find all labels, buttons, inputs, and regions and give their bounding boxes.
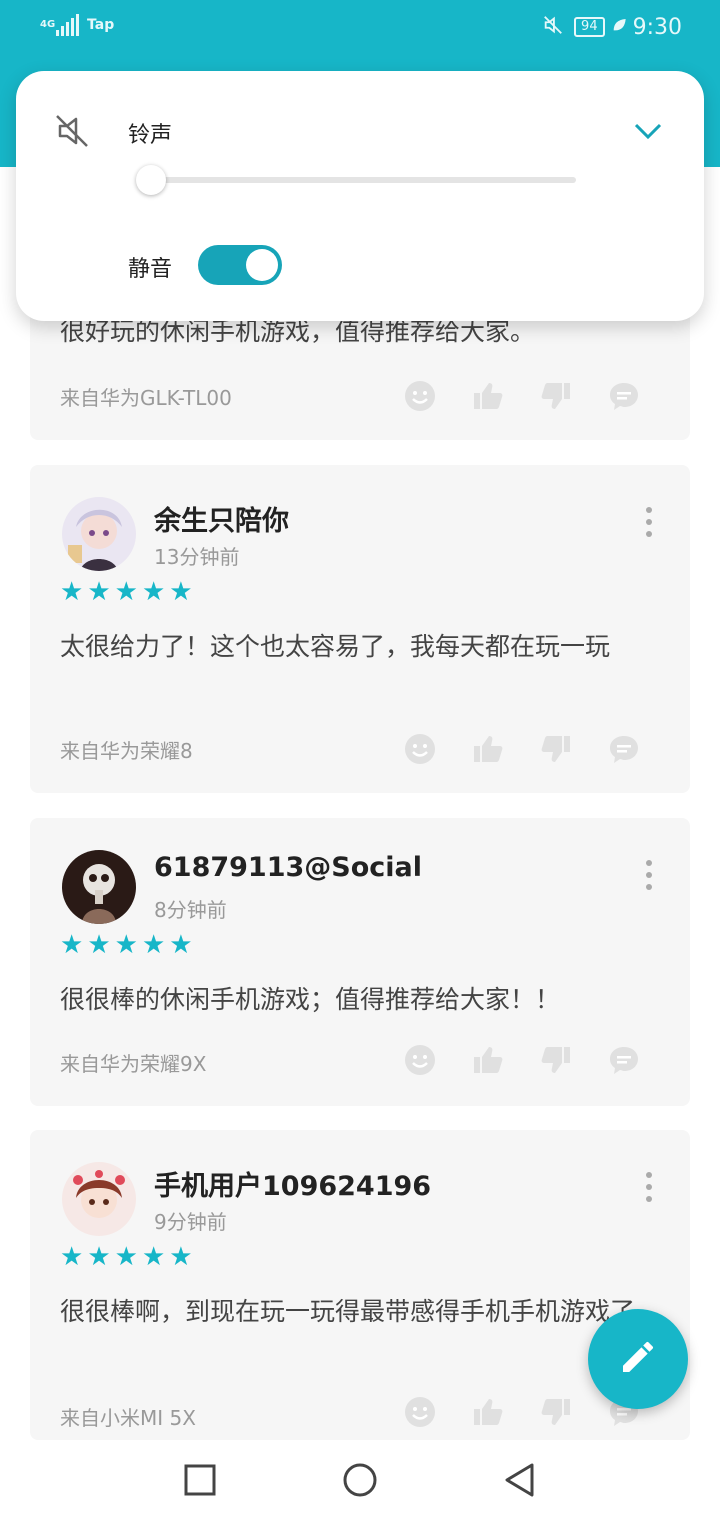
network-type: 4G <box>40 19 56 30</box>
emoji-icon[interactable] <box>404 1044 436 1076</box>
star-icon: ★ <box>60 577 84 607</box>
more-options-icon[interactable] <box>646 507 652 537</box>
thumb-up-icon[interactable] <box>472 1396 504 1428</box>
star-icon: ★ <box>87 930 111 960</box>
review-actions <box>404 1044 640 1076</box>
rating-stars: ★ ★ ★ ★ ★ <box>60 579 193 605</box>
signal-icon <box>56 14 79 36</box>
home-icon[interactable] <box>342 1462 378 1498</box>
star-icon: ★ <box>169 930 193 960</box>
silent-label: 静音 <box>128 257 173 282</box>
status-left: 4G Tap <box>40 14 114 36</box>
silent-toggle-knob <box>246 249 278 281</box>
review-actions <box>404 380 640 412</box>
emoji-icon[interactable] <box>404 1396 436 1428</box>
review-card: 手机用户109624196 9分钟前 ★ ★ ★ ★ ★ 很很棒啊，到现在玩一玩得最带感… <box>30 1130 690 1440</box>
status-right: 94 9:30 <box>542 14 682 40</box>
star-icon: ★ <box>87 1242 111 1272</box>
comment-icon[interactable] <box>608 733 640 765</box>
rating-stars: ★ ★ ★ ★ ★ <box>60 932 193 958</box>
star-icon: ★ <box>114 577 138 607</box>
star-icon: ★ <box>169 577 193 607</box>
star-icon: ★ <box>87 577 111 607</box>
review-username: 手机用户109624196 <box>154 1171 432 1202</box>
ringer-mute-icon[interactable] <box>52 111 92 151</box>
review-card: 余生只陪你 13分钟前 ★ ★ ★ ★ ★ 太很给力了！这个也太容易了，我每天都在玩一玩… <box>30 465 690 793</box>
review-content: 很很棒啊，到现在玩一玩得最带感得手机手机游戏了 <box>60 1297 636 1326</box>
more-options-icon[interactable] <box>646 1172 652 1202</box>
review-username: 61879113@Social <box>154 852 423 883</box>
volume-slider[interactable] <box>152 177 576 183</box>
battery-indicator: 94 <box>574 17 605 37</box>
emoji-icon[interactable] <box>404 380 436 412</box>
review-username: 余生只陪你 <box>154 506 289 537</box>
review-content: 太很给力了！这个也太容易了，我每天都在玩一玩 <box>60 632 611 661</box>
thumb-up-icon[interactable] <box>472 733 504 765</box>
thumb-up-icon[interactable] <box>472 380 504 412</box>
silent-toggle[interactable] <box>198 245 282 285</box>
comment-icon[interactable] <box>608 1044 640 1076</box>
edit-pencil-icon <box>618 1337 658 1381</box>
review-time: 8分钟前 <box>154 898 227 922</box>
review-card: 61879113@Social 8分钟前 ★ ★ ★ ★ ★ 很很棒的休闲手机游戏；值得… <box>30 818 690 1106</box>
review-content: 很很棒的休闲手机游戏；值得推荐给大家！！ <box>60 985 561 1014</box>
mute-status-icon <box>542 14 564 40</box>
comment-icon[interactable] <box>608 380 640 412</box>
star-icon: ★ <box>141 577 166 607</box>
review-device: 来自小米MI 5X <box>60 1406 196 1430</box>
carrier-label: Tap <box>87 17 115 33</box>
volume-title: 铃声 <box>128 123 173 148</box>
emoji-icon[interactable] <box>404 733 436 765</box>
review-actions <box>404 1396 640 1428</box>
review-actions <box>404 733 640 765</box>
review-device: 来自华为荣耀8 <box>60 739 193 763</box>
avatar[interactable] <box>62 497 136 571</box>
star-icon: ★ <box>141 930 166 960</box>
star-icon: ★ <box>114 1242 138 1272</box>
volume-slider-thumb[interactable] <box>136 165 166 195</box>
thumb-down-icon[interactable] <box>540 733 572 765</box>
leaf-icon <box>611 17 627 37</box>
clock: 9:30 <box>632 14 682 40</box>
back-icon[interactable] <box>502 1462 538 1498</box>
more-options-icon[interactable] <box>646 860 652 890</box>
volume-panel: 铃声 静音 <box>16 71 704 321</box>
review-device: 来自华为GLK-TL00 <box>60 386 232 410</box>
avatar[interactable] <box>62 1162 136 1236</box>
star-icon: ★ <box>141 1242 166 1272</box>
review-time: 9分钟前 <box>154 1210 227 1234</box>
thumb-up-icon[interactable] <box>472 1044 504 1076</box>
review-time: 13分钟前 <box>154 545 240 569</box>
star-icon: ★ <box>60 930 84 960</box>
star-icon: ★ <box>114 930 138 960</box>
star-icon: ★ <box>169 1242 193 1272</box>
avatar[interactable] <box>62 850 136 924</box>
recent-apps-icon[interactable] <box>182 1462 218 1498</box>
thumb-down-icon[interactable] <box>540 380 572 412</box>
chevron-down-icon[interactable] <box>632 119 664 143</box>
thumb-down-icon[interactable] <box>540 1396 572 1428</box>
rating-stars: ★ ★ ★ ★ ★ <box>60 1244 193 1270</box>
write-review-button[interactable] <box>588 1309 688 1409</box>
navigation-bar <box>0 1440 720 1520</box>
thumb-down-icon[interactable] <box>540 1044 572 1076</box>
star-icon: ★ <box>60 1242 84 1272</box>
review-device: 来自华为荣耀9X <box>60 1052 207 1076</box>
